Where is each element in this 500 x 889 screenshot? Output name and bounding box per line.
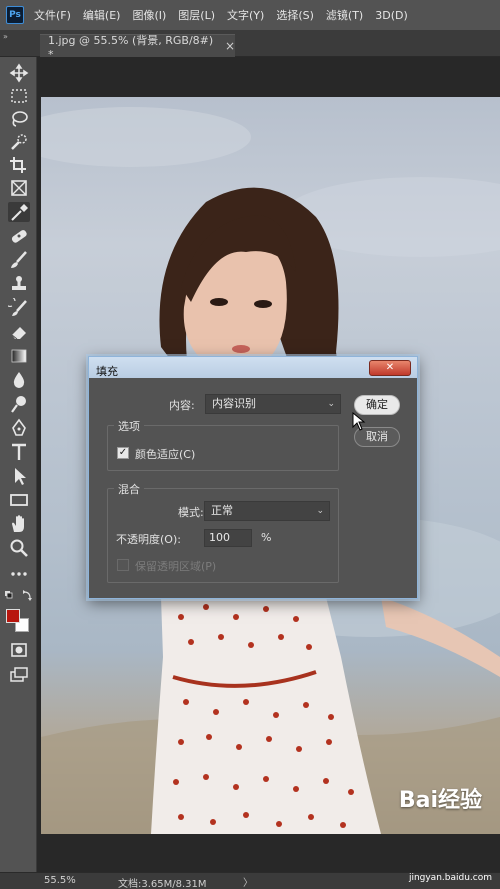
menu-edit[interactable]: 编辑(E) <box>83 7 121 23</box>
healing-brush-icon[interactable] <box>8 226 30 246</box>
lasso-icon[interactable] <box>8 109 30 129</box>
quick-select-icon[interactable] <box>8 132 30 152</box>
menu-filter[interactable]: 滤镜(T) <box>326 7 363 23</box>
pen-icon[interactable] <box>8 418 30 438</box>
path-select-icon[interactable] <box>8 466 30 486</box>
color-adapt-checkbox[interactable]: ✓ <box>117 447 129 459</box>
screen-mode-icon[interactable] <box>8 665 30 685</box>
close-tab-icon[interactable]: × <box>225 39 235 53</box>
content-select-value: 内容识别 <box>212 397 256 410</box>
menu-file[interactable]: 文件(F) <box>34 7 71 23</box>
opacity-label: 不透明度(O): <box>116 533 181 546</box>
blend-group: 混合 模式: 正常 ⌄ 不透明度(O): 100 % 保留透明区域(P) <box>107 481 339 583</box>
options-group: 选项 ✓ 颜色适应(C) <box>107 418 339 471</box>
collapse-panel-icon[interactable]: » <box>3 32 8 41</box>
zoom-icon[interactable] <box>8 538 30 558</box>
watermark-url: jingyan.baidu.com <box>408 873 492 883</box>
menu-layer[interactable]: 图层(L) <box>178 7 215 23</box>
baidu-watermark-logo: Bai经验 <box>398 788 482 813</box>
clone-stamp-icon[interactable] <box>8 274 30 294</box>
document-tab-bar: » 1.jpg @ 55.5% (背景, RGB/8#) * × <box>0 30 500 61</box>
opacity-unit: % <box>261 531 272 544</box>
gradient-icon[interactable] <box>8 346 30 366</box>
menu-type[interactable]: 文字(Y) <box>227 7 264 23</box>
more-icon[interactable] <box>8 564 30 584</box>
preserve-transparency-label: 保留透明区域(P) <box>135 560 217 573</box>
document-size: 文档:3.65M/8.31M <box>118 879 207 889</box>
status-bar: 55.5% 文档:3.65M/8.31M 〉 jingyan.baidu.com <box>0 872 500 889</box>
swap-colors-icon[interactable] <box>4 587 34 607</box>
menu-bar: Ps 文件(F) 编辑(E) 图像(I) 图层(L) 文字(Y) 选择(S) 滤… <box>0 0 500 30</box>
fill-dialog: 填充 ✕ 内容: 内容识别 ⌄ 选项 ✓ 颜色适应(C) 混合 模式: 正常 ⌄… <box>88 356 418 599</box>
menu-3d[interactable]: 3D(D) <box>375 9 408 22</box>
blur-icon[interactable] <box>8 370 30 390</box>
photoshop-logo[interactable]: Ps <box>6 6 24 24</box>
chevron-down-icon: ⌄ <box>316 506 324 516</box>
mode-select[interactable]: 正常 ⌄ <box>204 501 330 521</box>
content-select[interactable]: 内容识别 ⌄ <box>205 394 341 414</box>
quick-mask-icon[interactable] <box>8 640 30 660</box>
history-brush-icon[interactable] <box>4 295 30 318</box>
brush-icon[interactable] <box>8 250 30 270</box>
tools-panel <box>0 57 37 872</box>
frame-icon[interactable] <box>8 178 30 198</box>
dodge-icon[interactable] <box>8 394 30 414</box>
eyedropper-icon[interactable] <box>8 202 30 222</box>
type-icon[interactable] <box>8 442 30 462</box>
menu-image[interactable]: 图像(I) <box>132 7 166 23</box>
mode-select-value: 正常 <box>211 504 233 517</box>
chevron-down-icon: ⌄ <box>327 399 335 409</box>
move-icon[interactable] <box>8 63 30 83</box>
blend-group-title: 混合 <box>114 481 144 497</box>
status-menu-arrow-icon[interactable]: 〉 <box>243 874 253 889</box>
dialog-title: 填充 <box>96 365 118 378</box>
hand-icon[interactable] <box>8 514 30 534</box>
dialog-close-button[interactable]: ✕ <box>369 360 411 376</box>
menu-select[interactable]: 选择(S) <box>276 7 314 23</box>
color-adapt-label: 颜色适应(C) <box>135 448 196 461</box>
rectangle-icon[interactable] <box>8 490 30 510</box>
mode-label: 模式: <box>178 506 204 519</box>
crop-icon[interactable] <box>8 155 30 175</box>
marquee-icon[interactable] <box>8 86 30 106</box>
opacity-input[interactable]: 100 <box>204 529 252 547</box>
foreground-color-swatch[interactable] <box>6 609 20 623</box>
document-tab[interactable]: 1.jpg @ 55.5% (背景, RGB/8#) * × <box>40 34 235 61</box>
mouse-cursor-icon <box>352 412 366 431</box>
preserve-transparency-checkbox[interactable] <box>117 559 129 571</box>
options-group-title: 选项 <box>114 418 144 434</box>
content-label: 内容: <box>169 399 195 412</box>
eraser-icon[interactable] <box>8 322 30 342</box>
dialog-titlebar[interactable] <box>89 357 417 378</box>
zoom-level[interactable]: 55.5% <box>44 875 76 886</box>
